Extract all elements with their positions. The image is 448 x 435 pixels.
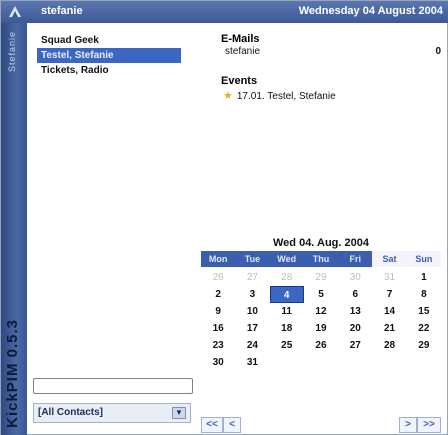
weekday-label: Thu xyxy=(312,254,330,264)
sidebar-bar: Stefanie KickPIM 0.5.3 xyxy=(1,23,27,435)
calendar-day[interactable]: 9 xyxy=(201,303,235,320)
calendar-day[interactable]: 23 xyxy=(201,337,235,354)
calendar-day[interactable]: 31 xyxy=(235,354,269,371)
calendar-day[interactable]: 17 xyxy=(235,320,269,337)
sidebar-label: Stefanie xyxy=(7,31,17,73)
calendar-day[interactable]: 1 xyxy=(407,269,441,286)
next-year-button[interactable]: >> xyxy=(417,417,441,433)
kickpim-logo-icon xyxy=(9,6,21,17)
calendar-day[interactable]: 11 xyxy=(270,303,304,320)
birthday-star-icon: ★ xyxy=(223,90,233,102)
calendar-day xyxy=(372,354,406,371)
calendar-day[interactable]: 25 xyxy=(270,337,304,354)
weekday-label: Fri xyxy=(349,254,362,264)
calendar-day[interactable]: 12 xyxy=(304,303,338,320)
calendar-day[interactable]: 21 xyxy=(372,320,406,337)
calendar-day[interactable]: 2 xyxy=(201,286,235,303)
event-text: 17.01. Testel, Stefanie xyxy=(236,91,336,102)
calendar-day[interactable]: 5 xyxy=(304,286,338,303)
info-panel: E-Mails stefanie 0 Events ★ 17.01. Testel… xyxy=(221,33,443,102)
current-user: stefanie xyxy=(41,5,83,17)
event-item[interactable]: ★ 17.01. Testel, Stefanie xyxy=(221,89,443,102)
contact-item-selected[interactable]: Testel, Stefanie xyxy=(37,48,181,63)
calendar-day-today[interactable]: 4 xyxy=(269,286,304,303)
calendar-day[interactable]: 16 xyxy=(201,320,235,337)
weekday-label: Wed xyxy=(277,254,297,264)
email-account-row[interactable]: stefanie 0 xyxy=(221,45,443,59)
calendar-day[interactable]: 13 xyxy=(338,303,372,320)
calendar-day[interactable]: 10 xyxy=(235,303,269,320)
search-input[interactable] xyxy=(33,378,193,394)
email-count: 0 xyxy=(435,46,441,57)
calendar-day xyxy=(304,354,338,371)
weekday-label-weekend: Sat xyxy=(372,251,407,267)
calendar-day[interactable]: 20 xyxy=(338,320,372,337)
dropdown-arrow-icon: ▼ xyxy=(172,407,186,419)
weekday-label: Tue xyxy=(244,254,261,264)
emails-title: E-Mails xyxy=(221,33,260,45)
calendar-day[interactable]: 28 xyxy=(372,337,406,354)
calendar-title: Wed 04. Aug. 2004 xyxy=(273,237,369,249)
calendar-day[interactable]: 15 xyxy=(407,303,441,320)
calendar-day[interactable]: 7 xyxy=(372,286,406,303)
calendar-day xyxy=(338,354,372,371)
contact-filter-value: [All Contacts] xyxy=(38,407,103,418)
calendar-day[interactable]: 3 xyxy=(235,286,269,303)
calendar-day[interactable]: 30 xyxy=(201,354,235,371)
calendar-weekday-header: Mon Tue Wed Thu Fri Sat Sun xyxy=(201,251,441,267)
contact-item[interactable]: Tickets, Radio xyxy=(37,63,181,78)
calendar-day-other-month[interactable]: 31 xyxy=(372,269,406,286)
title-bar: stefanie Wednesday 04 August 2004 xyxy=(1,1,448,23)
calendar-day-other-month[interactable]: 28 xyxy=(270,269,304,286)
app-version: KickPIM 0.5.3 xyxy=(4,319,21,428)
weekday-label-weekend: Sun xyxy=(406,251,441,267)
contact-list: Squad Geek Testel, Stefanie Tickets, Rad… xyxy=(37,33,181,78)
kickpim-window: stefanie Wednesday 04 August 2004 Stefan… xyxy=(0,0,448,435)
prev-month-button[interactable]: < xyxy=(223,417,241,433)
calendar-day[interactable]: 18 xyxy=(270,320,304,337)
weekday-label: Mon xyxy=(208,254,228,264)
calendar-day[interactable]: 19 xyxy=(304,320,338,337)
next-month-button[interactable]: > xyxy=(399,417,417,433)
calendar-day-other-month[interactable]: 26 xyxy=(201,269,235,286)
calendar-day xyxy=(407,354,441,371)
current-date: Wednesday 04 August 2004 xyxy=(298,5,443,17)
calendar-day xyxy=(270,354,304,371)
calendar-day-other-month[interactable]: 29 xyxy=(304,269,338,286)
calendar: Wed 04. Aug. 2004 Mon Tue Wed Thu Fri Sa… xyxy=(201,235,441,371)
calendar-day[interactable]: 22 xyxy=(407,320,441,337)
calendar-day[interactable]: 24 xyxy=(235,337,269,354)
calendar-day[interactable]: 27 xyxy=(338,337,372,354)
prev-year-button[interactable]: << xyxy=(201,417,223,433)
calendar-day[interactable]: 6 xyxy=(338,286,372,303)
calendar-day-other-month[interactable]: 27 xyxy=(235,269,269,286)
calendar-days-grid: 26 27 28 29 30 31 1 2 3 4 5 6 7 8 9 10 11 12 13 14 15 16 17 18 1… xyxy=(201,269,441,371)
calendar-day-other-month[interactable]: 30 xyxy=(338,269,372,286)
calendar-day[interactable]: 14 xyxy=(372,303,406,320)
contact-item[interactable]: Squad Geek xyxy=(37,33,181,48)
contact-filter-select[interactable]: [All Contacts] ▼ xyxy=(33,403,191,423)
email-account: stefanie xyxy=(225,46,261,57)
calendar-day[interactable]: 29 xyxy=(407,337,441,354)
calendar-day[interactable]: 8 xyxy=(407,286,441,303)
events-title: Events xyxy=(221,75,258,87)
calendar-day[interactable]: 26 xyxy=(304,337,338,354)
